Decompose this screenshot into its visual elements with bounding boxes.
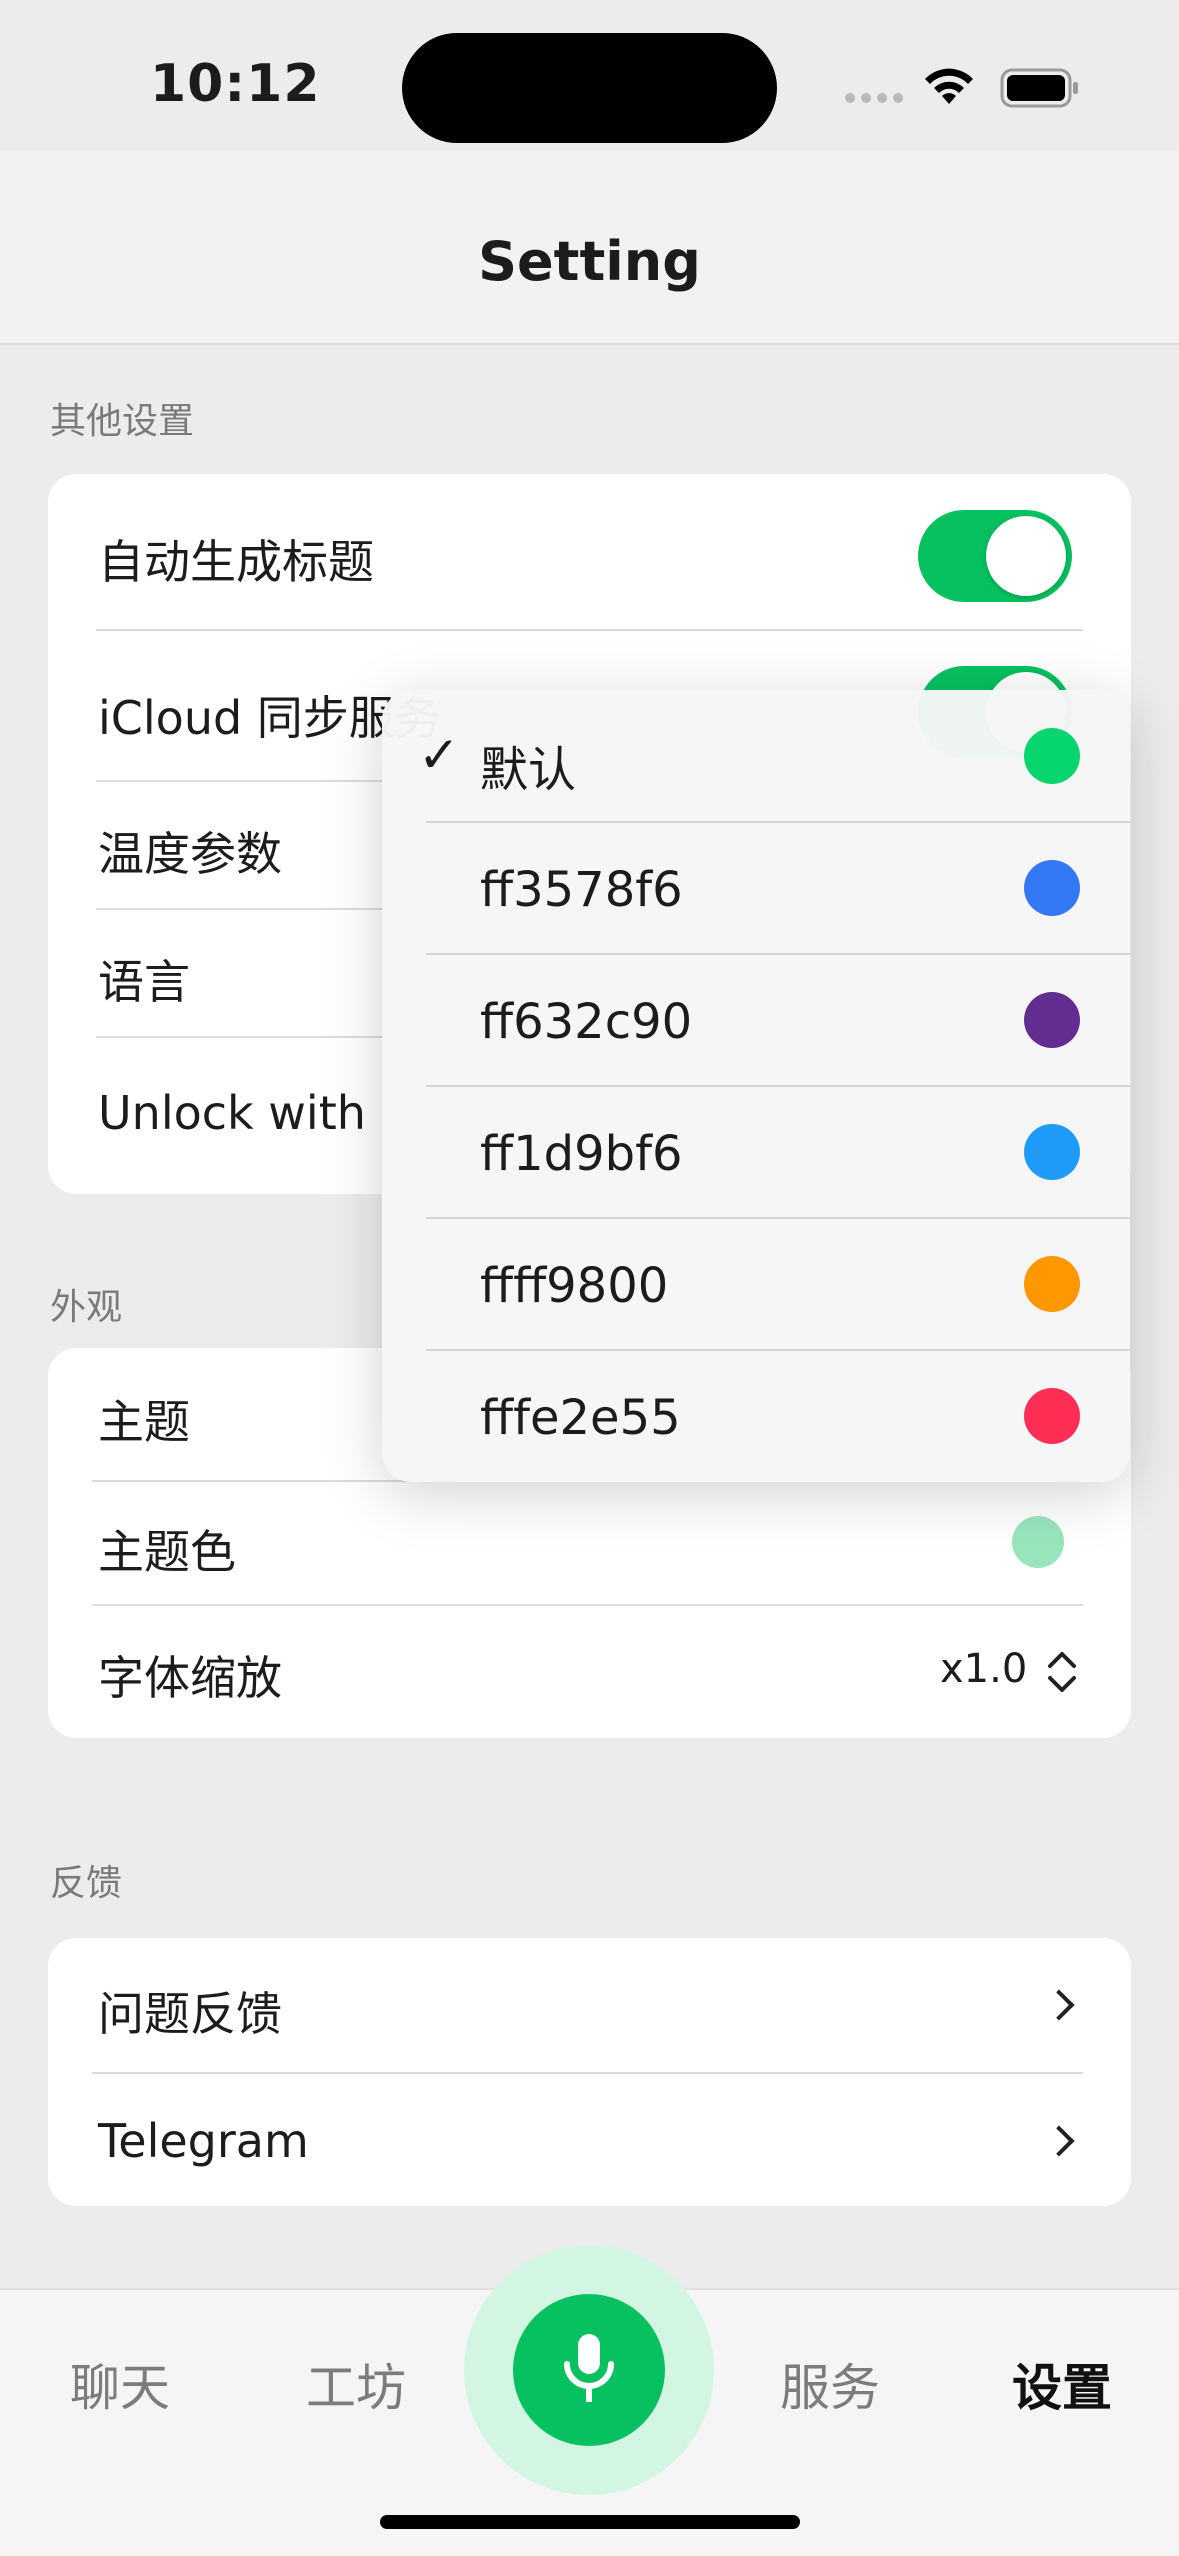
- font-scale-row[interactable]: 字体缩放 x1.0: [48, 1606, 1131, 1738]
- issue-feedback-label: 问题反馈: [98, 1987, 282, 2041]
- theme-color-menu: ✓ 默认 ff3578f6 ff632c90 ff1d9bf6 ffff9800…: [382, 690, 1130, 1482]
- tab-workshop[interactable]: 工坊: [306, 2348, 406, 2420]
- chevron-right-icon: [1043, 1989, 1075, 2021]
- menu-item-label: ff3578f6: [480, 862, 683, 918]
- color-dot: [1024, 1388, 1080, 1444]
- checkmark-icon: ✓: [418, 726, 460, 784]
- theme-color-label: 主题色: [98, 1525, 236, 1579]
- microphone-icon: [564, 2334, 614, 2402]
- cellular-signal-icon: [845, 93, 905, 105]
- menu-item-label: ff1d9bf6: [480, 1126, 683, 1182]
- issue-feedback-row[interactable]: 问题反馈: [48, 1938, 1131, 2072]
- page-title: Setting: [478, 230, 701, 293]
- tab-settings[interactable]: 设置: [1012, 2348, 1112, 2420]
- menu-item-label: 默认: [480, 742, 577, 798]
- dynamic-island: [402, 33, 777, 143]
- home-indicator: [380, 2515, 800, 2529]
- color-dot: [1024, 728, 1080, 784]
- telegram-row[interactable]: Telegram: [48, 2074, 1131, 2206]
- menu-item-color[interactable]: ff3578f6: [382, 822, 1130, 954]
- menu-item-color[interactable]: fffe2e55: [382, 1350, 1130, 1482]
- auto-title-row[interactable]: 自动生成标题: [48, 474, 1131, 624]
- wifi-icon: [925, 68, 973, 104]
- battery-icon: [1000, 68, 1078, 108]
- divider: [96, 629, 1083, 631]
- menu-item-label: ff632c90: [480, 994, 693, 1050]
- status-time: 10:12: [150, 54, 321, 114]
- unlock-label: Unlock with: [98, 1086, 366, 1140]
- theme-color-swatch: [1012, 1516, 1064, 1568]
- section-header-appearance: 外观: [50, 1287, 123, 1328]
- color-dot: [1024, 992, 1080, 1048]
- theme-color-row[interactable]: 主题色: [48, 1482, 1131, 1606]
- auto-title-toggle[interactable]: [918, 510, 1072, 602]
- color-dot: [1024, 1124, 1080, 1180]
- auto-title-label: 自动生成标题: [98, 535, 374, 589]
- menu-item-default[interactable]: ✓ 默认: [382, 690, 1130, 822]
- color-dot: [1024, 860, 1080, 916]
- section-header-other: 其他设置: [50, 401, 195, 442]
- menu-item-color[interactable]: ff632c90: [382, 954, 1130, 1086]
- section-header-feedback: 反馈: [50, 1863, 123, 1904]
- stepper-updown-icon[interactable]: [1042, 1642, 1082, 1702]
- menu-item-color[interactable]: ffff9800: [382, 1218, 1130, 1350]
- voice-input-button[interactable]: [513, 2294, 665, 2446]
- language-label: 语言: [98, 955, 190, 1009]
- font-scale-label: 字体缩放: [98, 1651, 282, 1705]
- navigation-bar: Setting: [0, 150, 1179, 345]
- feedback-card: 问题反馈 Telegram: [48, 1938, 1131, 2206]
- tab-chat[interactable]: 聊天: [70, 2348, 170, 2420]
- font-scale-value: x1.0: [940, 1646, 1028, 1692]
- theme-label: 主题: [98, 1395, 190, 1449]
- temperature-label: 温度参数: [98, 827, 282, 881]
- menu-item-label: fffe2e55: [480, 1390, 681, 1446]
- color-dot: [1024, 1256, 1080, 1312]
- telegram-label: Telegram: [98, 2114, 309, 2168]
- tab-services[interactable]: 服务: [780, 2348, 880, 2420]
- menu-item-label: ffff9800: [480, 1258, 669, 1314]
- chevron-right-icon: [1043, 2125, 1075, 2157]
- status-bar: 10:12: [0, 0, 1179, 150]
- menu-item-color[interactable]: ff1d9bf6: [382, 1086, 1130, 1218]
